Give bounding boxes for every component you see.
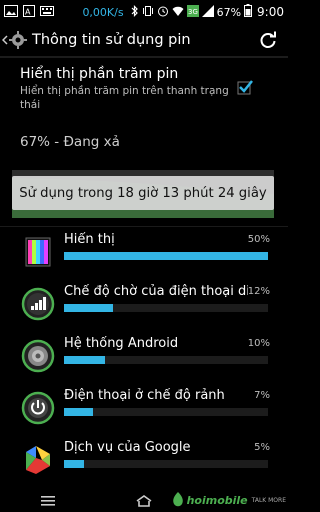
battery-icon: [244, 4, 253, 20]
list-item[interactable]: Hiển thị 50%: [0, 228, 288, 280]
home-icon: [136, 495, 152, 507]
setting-title: Hiển thị phần trăm pin: [20, 66, 179, 82]
phone-idle-icon: [20, 390, 56, 426]
menu-button[interactable]: [0, 490, 96, 512]
android-system-icon: [20, 338, 56, 374]
refresh-icon: [260, 31, 276, 48]
wifi-icon: [172, 5, 184, 20]
usage-bar: [64, 460, 268, 468]
clock: 9:00: [257, 5, 284, 19]
usage-bar-fill: [64, 460, 85, 468]
app-name: Hệ thống Android: [64, 336, 179, 351]
refresh-button[interactable]: [248, 23, 288, 57]
app-percent: 12%: [247, 286, 270, 297]
notification-vietnamese-icon: A: [23, 4, 35, 20]
google-play-services-icon: [20, 442, 56, 478]
usage-bar-fill: [64, 356, 105, 364]
notification-photo-icon: [4, 4, 18, 20]
menu-icon: [41, 496, 55, 506]
cell-standby-icon: [20, 286, 56, 322]
list-item[interactable]: Dịch vụ của Google 5%: [0, 436, 288, 488]
status-bar: A 0,00K/s 3G 67% 9:00: [0, 0, 288, 24]
app-name: Điện thoại ở chế độ rảnh: [64, 388, 225, 403]
watermark-logo-icon: [172, 492, 183, 507]
bluetooth-icon: [131, 4, 139, 20]
list-item[interactable]: Điện thoại ở chế độ rảnh 7%: [0, 384, 288, 436]
usage-bar: [64, 356, 268, 364]
signal-strength-icon: [201, 4, 214, 20]
usage-bar: [64, 304, 268, 312]
usage-duration-toast: Sử dụng trong 18 giờ 13 phút 24 giây: [12, 176, 274, 210]
settings-gear-icon: [2, 31, 27, 49]
back-settings-button[interactable]: [0, 23, 30, 57]
display-icon: [20, 234, 56, 270]
watermark-brand: hoimobile: [186, 493, 248, 507]
app-percent: 10%: [247, 338, 270, 349]
battery-status-text: 67% - Đang xả: [20, 134, 120, 150]
page-title: Thông tin sử dụng pin: [32, 32, 191, 48]
app-name: Dịch vụ của Google: [64, 440, 191, 455]
usage-bar: [64, 252, 268, 260]
notification-keyboard-icon: [40, 5, 54, 20]
watermark-tagline: TALK MORE: [251, 496, 286, 504]
usage-bar: [64, 408, 268, 416]
usage-bar-fill: [64, 408, 93, 416]
app-name: Hiển thị: [64, 232, 115, 247]
app-name: Chế độ chờ của điện thoại di động: [64, 284, 248, 299]
action-bar: Thông tin sử dụng pin: [0, 24, 288, 58]
divider: [0, 226, 288, 227]
battery-percent: 67%: [216, 5, 242, 19]
list-item[interactable]: Chế độ chờ của điện thoại di động 12%: [0, 280, 288, 332]
app-percent: 50%: [247, 234, 270, 245]
app-percent: 7%: [254, 390, 270, 401]
checkbox-checked-icon: [237, 80, 253, 95]
svg-text:A: A: [25, 7, 31, 16]
vibrate-icon: [142, 5, 154, 20]
alarm-icon: [157, 5, 169, 20]
watermark: hoimobile TALK MORE: [171, 492, 286, 508]
app-percent: 5%: [254, 442, 270, 453]
network-speed: 0,00K/s: [82, 5, 124, 19]
usage-bar-fill: [64, 252, 268, 260]
svg-text:3G: 3G: [188, 8, 198, 16]
usage-bar-fill: [64, 304, 113, 312]
setting-subtitle: Hiển thị phần trăm pin trên thanh trạng …: [20, 85, 229, 111]
list-item[interactable]: Hệ thống Android 10%: [0, 332, 288, 384]
data-3g-icon: 3G: [186, 4, 199, 20]
show-battery-percent-checkbox[interactable]: [237, 79, 253, 99]
